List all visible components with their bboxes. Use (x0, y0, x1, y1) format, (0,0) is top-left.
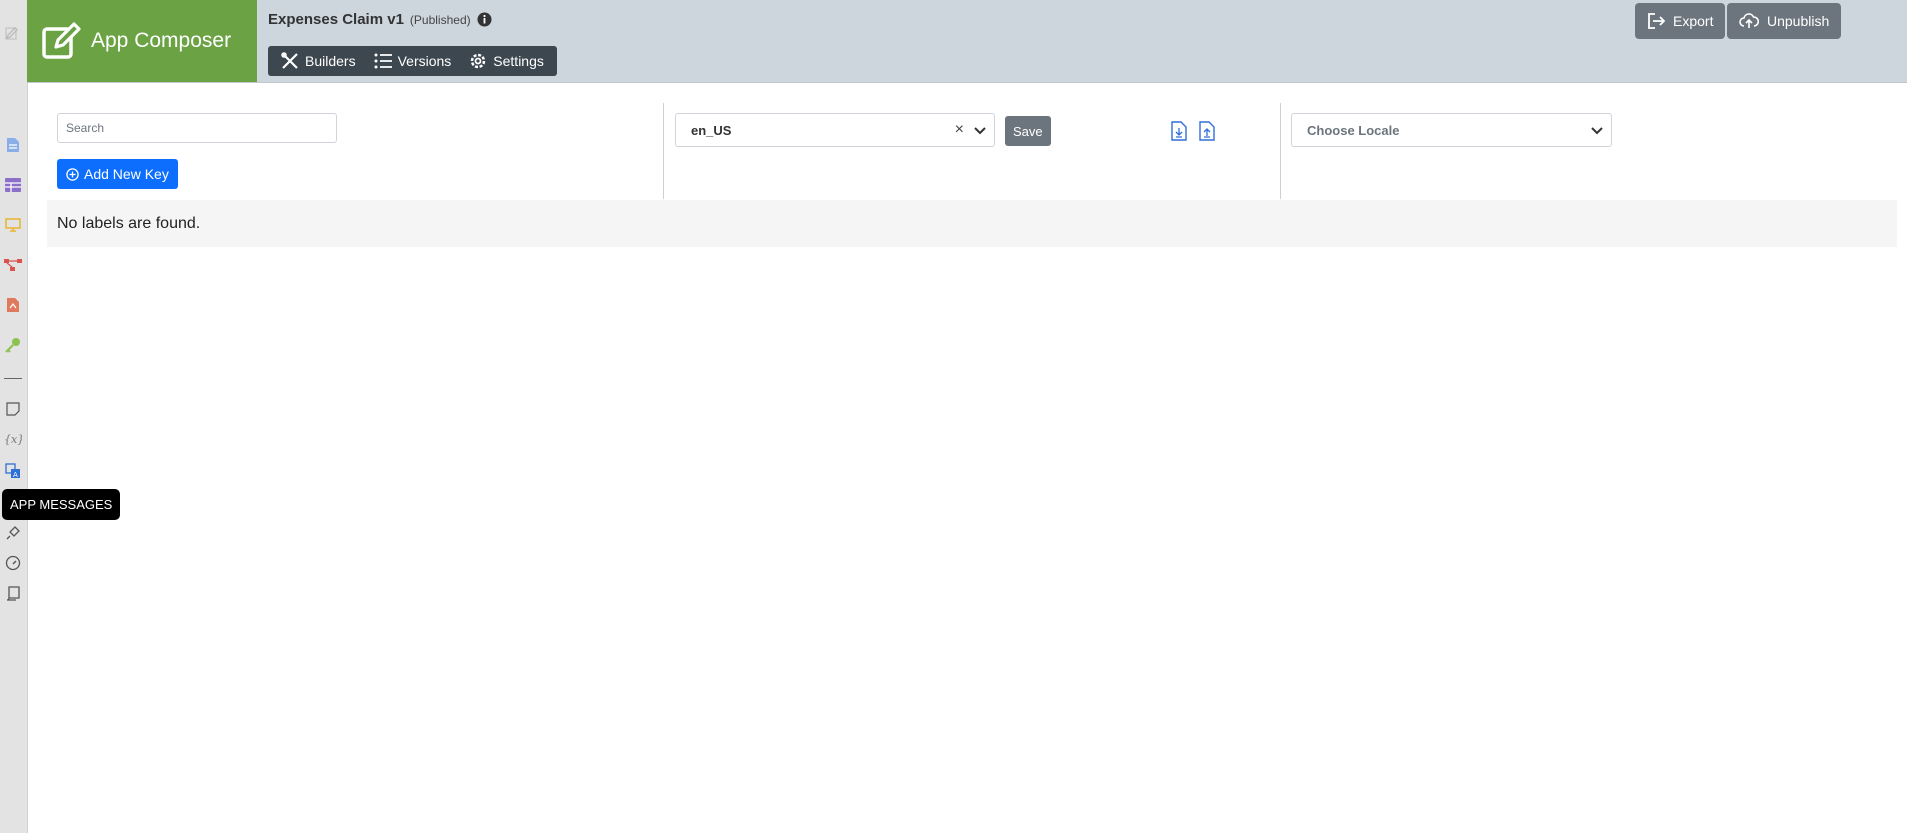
locale-select[interactable]: en_US × (675, 113, 995, 147)
list-icon (374, 53, 392, 69)
column-divider (1280, 103, 1281, 199)
rail-divider (4, 378, 22, 379)
gauge-icon[interactable] (4, 554, 22, 572)
key-icon[interactable] (4, 336, 22, 354)
svg-text:A: A (13, 471, 18, 479)
brand-block[interactable]: App Composer (27, 0, 257, 82)
nav-versions-label: Versions (397, 53, 452, 69)
brand-title: App Composer (91, 29, 232, 52)
save-button[interactable]: Save (1005, 116, 1051, 146)
add-new-key-button[interactable]: Add New Key (57, 159, 178, 189)
left-rail: {x} A (0, 0, 28, 833)
nav-builders-label: Builders (305, 53, 356, 69)
plug-icon[interactable] (4, 524, 22, 542)
chevron-down-icon[interactable] (1591, 123, 1603, 138)
nav-versions[interactable]: Versions (365, 46, 461, 76)
document-icon[interactable] (4, 136, 22, 154)
file-upload-icon[interactable] (1199, 121, 1215, 141)
locale-value: en_US (691, 122, 732, 138)
app-messages-tooltip: APP MESSAGES (2, 489, 121, 520)
edit-icon[interactable] (4, 24, 22, 42)
column-divider (663, 103, 664, 199)
table-icon[interactable] (4, 176, 22, 194)
file-download-icon[interactable] (1171, 121, 1187, 141)
top-header: App Composer Expenses Claim v1 (Publishe… (27, 0, 1907, 83)
info-icon[interactable] (477, 12, 492, 27)
gear-icon (471, 53, 486, 69)
app-title: Expenses Claim v1 (268, 11, 404, 28)
note-icon[interactable] (4, 400, 22, 418)
pdf-icon[interactable] (4, 296, 22, 314)
workflow-icon[interactable] (4, 256, 22, 274)
nav-settings-label: Settings (493, 53, 544, 69)
export-label: Export (1673, 13, 1714, 29)
empty-message: No labels are found. (57, 214, 201, 232)
scroll-icon[interactable] (4, 585, 22, 603)
app-status: (Published) (409, 12, 471, 27)
svg-text:{x}: {x} (4, 433, 22, 446)
export-button[interactable]: Export (1635, 3, 1726, 39)
monitor-icon[interactable] (4, 216, 22, 234)
chevron-down-icon[interactable] (974, 123, 986, 138)
choose-locale-placeholder: Choose Locale (1307, 122, 1400, 138)
unpublish-label: Unpublish (1767, 13, 1830, 29)
choose-locale-select[interactable]: Choose Locale (1291, 113, 1612, 147)
empty-labels-row: No labels are found. (47, 200, 1897, 247)
builder-navbar: Builders Versions Settings (268, 46, 557, 76)
variable-icon[interactable]: {x} (4, 430, 22, 448)
nav-builders[interactable]: Builders (272, 46, 365, 76)
plus-circle-icon (66, 167, 79, 181)
export-icon (1648, 13, 1665, 29)
builders-icon (281, 52, 298, 69)
app-title-line: Expenses Claim v1 (Published) (268, 11, 492, 28)
clear-icon[interactable]: × (955, 121, 964, 139)
cloud-upload-icon (1739, 13, 1759, 28)
unpublish-button[interactable]: Unpublish (1727, 3, 1842, 39)
translate-icon[interactable]: A (4, 462, 22, 480)
add-new-key-label: Add New Key (84, 166, 169, 182)
nav-settings[interactable]: Settings (460, 46, 553, 76)
edit-square-icon (41, 21, 81, 61)
search-input[interactable] (57, 113, 337, 143)
